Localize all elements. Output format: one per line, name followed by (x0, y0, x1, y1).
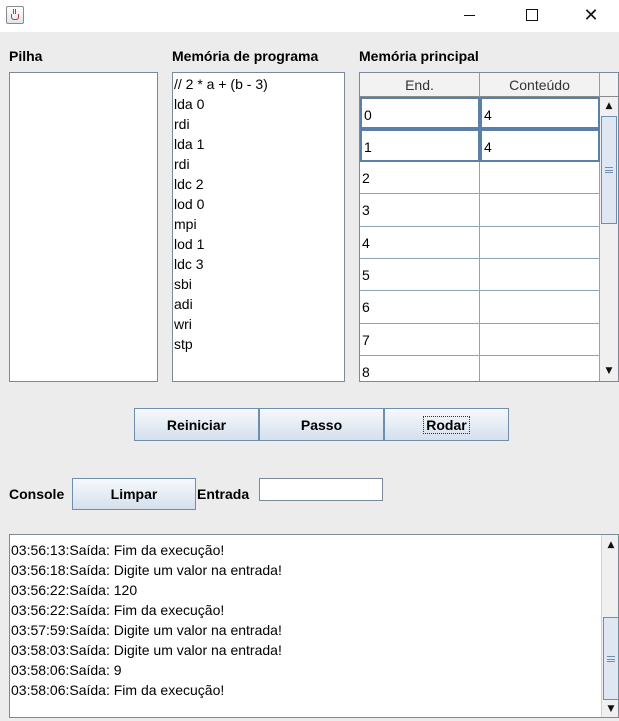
address-cell[interactable]: 4 (360, 226, 480, 259)
scroll-up-icon[interactable]: ▲ (602, 537, 618, 553)
console-label: Console (9, 486, 65, 502)
address-cell[interactable]: 3 (360, 194, 480, 227)
table-row[interactable]: 3 (360, 194, 600, 227)
program-line[interactable]: // 2 * a + (b - 3) (173, 74, 344, 94)
program-memory-label: Memória de programa (172, 48, 319, 64)
reset-button[interactable]: Reiniciar (134, 408, 259, 441)
close-icon: ✕ (583, 4, 599, 26)
main-memory-label: Memória principal (359, 48, 479, 64)
log-line: 03:58:06:Saída: Fim da execução! (11, 682, 225, 698)
content-cell[interactable] (480, 291, 600, 324)
content-cell[interactable] (480, 356, 600, 381)
step-button[interactable]: Passo (259, 408, 384, 441)
log-line: 03:56:22:Saída: 120 (11, 582, 138, 598)
scroll-up-icon[interactable]: ▲ (600, 98, 618, 114)
stack-list[interactable] (9, 72, 158, 382)
scroll-down-icon[interactable]: ▼ (602, 701, 618, 717)
clear-button[interactable]: Limpar (72, 478, 196, 510)
content-cell[interactable] (480, 161, 600, 195)
title-bar: ✕ (0, 0, 619, 32)
scroll-thumb[interactable] (603, 617, 618, 700)
run-button-label: Rodar (423, 415, 470, 434)
column-header-content[interactable]: Conteúdo (480, 73, 600, 97)
program-line[interactable]: lod 1 (173, 234, 344, 254)
main-memory-table[interactable]: End. Conteúdo 0 4 1 4 2 3 4 5 6 7 8 ▲ ▼ (359, 72, 619, 382)
clear-button-label: Limpar (110, 486, 158, 502)
table-row[interactable]: 8 (360, 356, 600, 381)
program-line[interactable]: adi (173, 294, 344, 314)
log-line: 03:56:13:Saída: Fim da execução! (11, 542, 225, 558)
address-cell[interactable]: 7 (360, 323, 480, 357)
java-cup-icon (6, 6, 24, 24)
address-cell[interactable]: 1 (360, 129, 480, 162)
program-line[interactable]: rdi (173, 114, 344, 134)
minimize-button[interactable] (446, 0, 492, 30)
program-line[interactable]: lda 0 (173, 94, 344, 114)
minimize-icon (463, 14, 475, 16)
address-cell[interactable]: 5 (360, 258, 480, 292)
program-line[interactable]: ldc 2 (173, 174, 344, 194)
input-field[interactable] (259, 478, 383, 501)
table-row[interactable]: 0 4 (360, 97, 600, 130)
program-line[interactable]: wri (173, 314, 344, 334)
log-line: 03:56:18:Saída: Digite um valor na entra… (11, 562, 282, 578)
program-line[interactable]: ldc 3 (173, 254, 344, 274)
program-memory-list[interactable]: // 2 * a + (b - 3) lda 0 rdi lda 1 rdi l… (172, 72, 345, 382)
step-button-label: Passo (300, 416, 343, 433)
content-cell[interactable]: 4 (480, 129, 600, 162)
stack-label: Pilha (9, 48, 43, 64)
program-line[interactable]: rdi (173, 154, 344, 174)
close-button[interactable]: ✕ (568, 0, 614, 30)
scroll-thumb[interactable] (601, 116, 617, 224)
log-line: 03:57:59:Saída: Digite um valor na entra… (11, 622, 282, 638)
input-label: Entrada (197, 486, 250, 502)
content-cell[interactable] (480, 226, 600, 259)
reset-button-label: Reiniciar (166, 416, 227, 433)
program-line[interactable]: lda 1 (173, 134, 344, 154)
content-cell[interactable] (480, 323, 600, 357)
content-cell[interactable] (480, 258, 600, 292)
run-button[interactable]: Rodar (384, 408, 509, 441)
log-line: 03:58:06:Saída: 9 (11, 662, 122, 678)
console-scrollbar[interactable]: ▲ ▼ (601, 535, 618, 717)
program-line[interactable]: mpi (173, 214, 344, 234)
program-line[interactable]: sbi (173, 274, 344, 294)
scroll-down-icon[interactable]: ▼ (600, 363, 618, 379)
maximize-icon (526, 9, 538, 21)
column-header-address[interactable]: End. (360, 73, 480, 97)
table-row[interactable]: 4 (360, 226, 600, 259)
content-cell[interactable] (480, 194, 600, 227)
table-row[interactable]: 2 (360, 161, 600, 195)
address-cell[interactable]: 0 (360, 97, 480, 130)
content-cell[interactable]: 4 (480, 97, 600, 130)
table-row[interactable]: 7 (360, 323, 600, 357)
table-row[interactable]: 5 (360, 258, 600, 292)
maximize-button[interactable] (509, 0, 555, 30)
address-cell[interactable]: 6 (360, 291, 480, 324)
address-cell[interactable]: 2 (360, 161, 480, 195)
log-line: 03:58:03:Saída: Digite um valor na entra… (11, 642, 282, 658)
console-output[interactable]: 03:56:13:Saída: Fim da execução! 03:56:1… (9, 534, 619, 718)
address-cell[interactable]: 8 (360, 356, 480, 381)
table-row[interactable]: 6 (360, 291, 600, 324)
log-line: 03:56:22:Saída: Fim da execução! (11, 602, 225, 618)
table-header: End. Conteúdo (360, 73, 600, 97)
program-line[interactable]: lod 0 (173, 194, 344, 214)
memory-table-scrollbar[interactable]: ▲ ▼ (600, 73, 618, 381)
program-line[interactable]: stp (173, 334, 344, 354)
table-row[interactable]: 1 4 (360, 129, 600, 162)
